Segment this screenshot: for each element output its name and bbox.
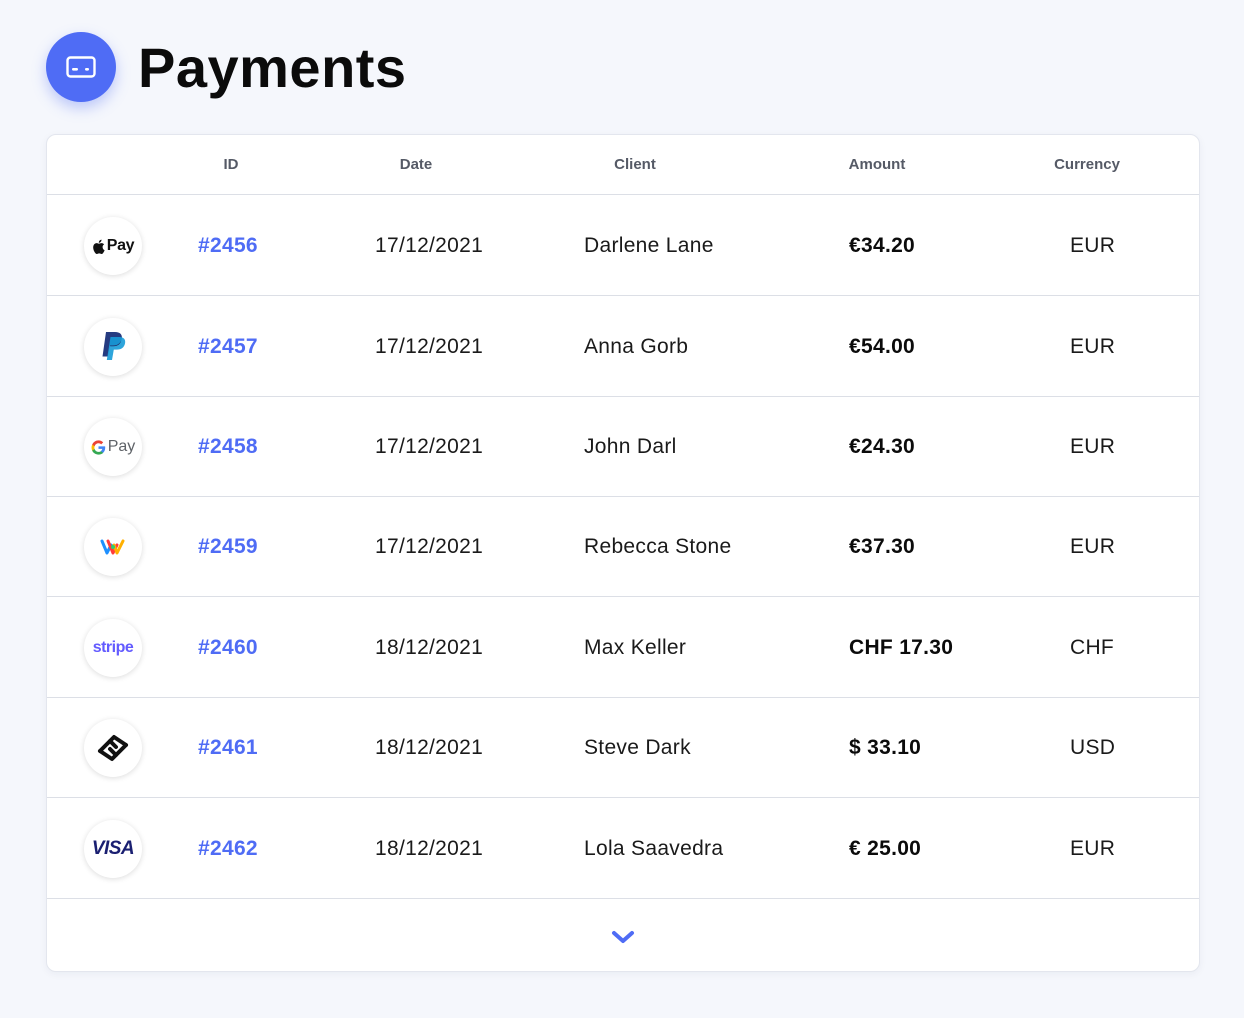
payment-date: 17/12/2021: [375, 335, 484, 358]
payment-currency: CHF: [1070, 636, 1115, 659]
payment-amount: CHF 17.30: [849, 636, 954, 659]
payment-id-link[interactable]: #2459: [198, 497, 258, 597]
payment-date: 17/12/2021: [375, 535, 484, 558]
client-name: John Darl: [584, 435, 677, 458]
page-header: Payments: [46, 32, 407, 102]
table-row[interactable]: Pay #2456 17/12/2021 Darlene Lane €34.20…: [47, 196, 1199, 296]
payment-amount: €37.30: [849, 535, 916, 558]
paypal-logo: [84, 318, 142, 376]
client-name: Lola Saavedra: [584, 837, 724, 860]
table-row[interactable]: stripe #2460 18/12/2021 Max Keller CHF 1…: [47, 598, 1199, 698]
payment-id-link[interactable]: #2457: [198, 297, 258, 397]
payment-date: 18/12/2021: [375, 736, 484, 759]
page-title: Payments: [138, 35, 407, 99]
payment-currency: EUR: [1070, 837, 1116, 860]
payment-date: 18/12/2021: [375, 636, 484, 659]
load-more-footer: [47, 901, 1199, 971]
table-header: ID Date Client Amount Currency: [47, 135, 1199, 195]
payment-currency: USD: [1070, 736, 1116, 759]
payment-date: 17/12/2021: [375, 435, 484, 458]
payment-amount: € 25.00: [849, 837, 922, 860]
stripe-logo: stripe: [84, 619, 142, 677]
payments-table: ID Date Client Amount Currency Pay #2456…: [46, 134, 1200, 972]
visa-text: VISA: [91, 838, 135, 859]
payment-currency: EUR: [1070, 335, 1116, 358]
column-header-currency[interactable]: Currency: [1054, 135, 1120, 195]
stripe-text: stripe: [92, 639, 134, 656]
payment-currency: EUR: [1070, 435, 1116, 458]
visa-logo: VISA: [84, 820, 142, 878]
credit-card-icon: [46, 32, 116, 102]
table-row[interactable]: VISA #2462 18/12/2021 Lola Saavedra € 25…: [47, 799, 1199, 899]
client-name: Steve Dark: [584, 736, 691, 759]
table-row[interactable]: #2461 18/12/2021 Steve Dark $ 33.10 USD: [47, 698, 1199, 798]
payment-id-link[interactable]: #2458: [198, 397, 258, 497]
payment-amount: €54.00: [849, 335, 916, 358]
client-name: Rebecca Stone: [584, 535, 732, 558]
twint-logo: [84, 518, 142, 576]
payment-amount: €24.30: [849, 435, 916, 458]
payment-currency: EUR: [1070, 234, 1116, 257]
client-name: Max Keller: [584, 636, 687, 659]
column-header-amount[interactable]: Amount: [849, 135, 906, 195]
table-row[interactable]: Pay #2458 17/12/2021 John Darl €24.30 EU…: [47, 397, 1199, 497]
table-row[interactable]: #2457 17/12/2021 Anna Gorb €54.00 EUR: [47, 297, 1199, 397]
google-pay-logo: Pay: [84, 418, 142, 476]
chain-link-logo: [84, 719, 142, 777]
payment-currency: EUR: [1070, 535, 1116, 558]
apple-pay-logo: Pay: [84, 217, 142, 275]
google-pay-text: Pay: [107, 438, 136, 455]
chevron-down-icon[interactable]: [610, 929, 636, 945]
payment-date: 17/12/2021: [375, 234, 484, 257]
client-name: Anna Gorb: [584, 335, 689, 358]
column-header-id[interactable]: ID: [224, 135, 239, 195]
apple-pay-text: Pay: [106, 237, 135, 254]
payment-id-link[interactable]: #2461: [198, 698, 258, 798]
payment-id-link[interactable]: #2460: [198, 598, 258, 698]
payment-amount: $ 33.10: [849, 736, 922, 759]
payment-date: 18/12/2021: [375, 837, 484, 860]
payment-id-link[interactable]: #2456: [198, 196, 258, 296]
column-header-client[interactable]: Client: [614, 135, 656, 195]
table-row[interactable]: #2459 17/12/2021 Rebecca Stone €37.30 EU…: [47, 497, 1199, 597]
payment-id-link[interactable]: #2462: [198, 799, 258, 899]
column-header-date[interactable]: Date: [400, 135, 433, 195]
payment-amount: €34.20: [849, 234, 916, 257]
client-name: Darlene Lane: [584, 234, 714, 257]
